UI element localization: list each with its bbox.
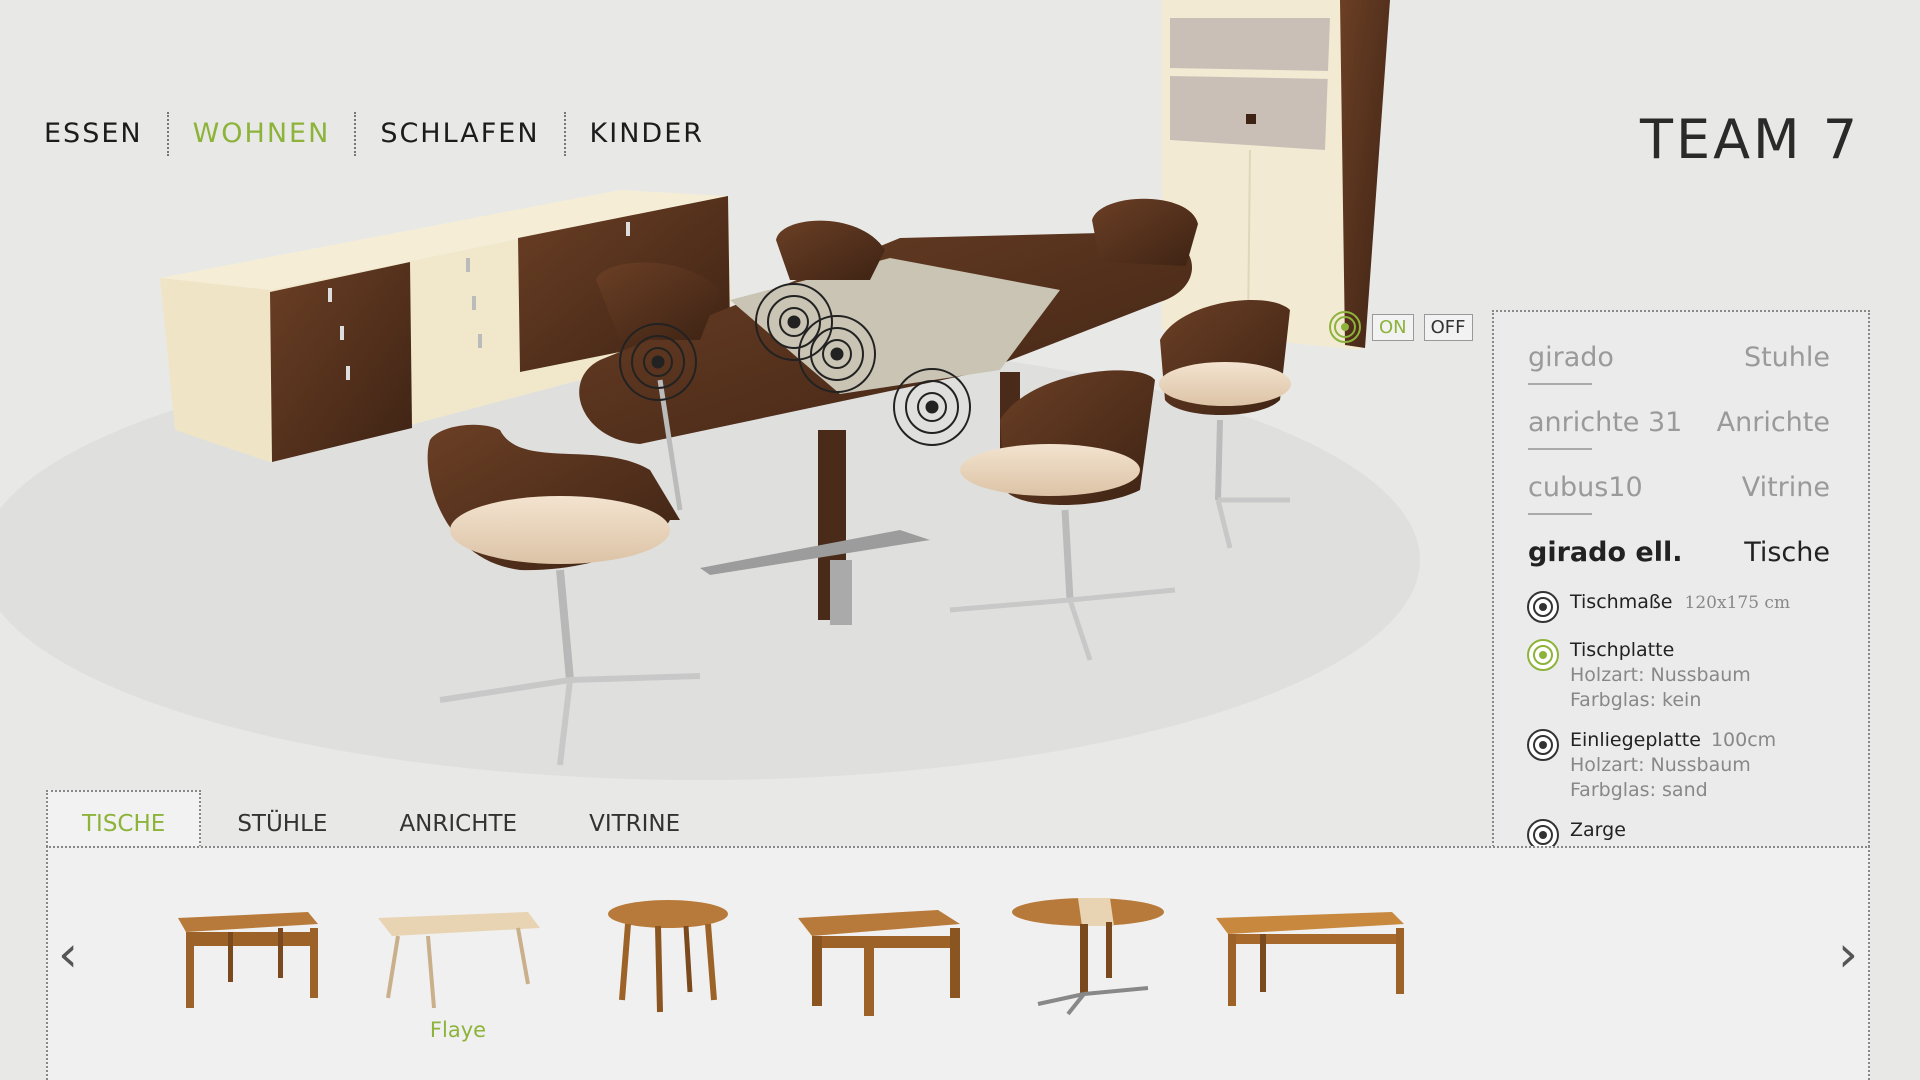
- table-thumbnail: [1216, 912, 1404, 1006]
- tab-vitrine[interactable]: VITRINE: [553, 790, 717, 848]
- option-title: Tischplatte: [1570, 639, 1675, 661]
- hotspot-target-icon: [1527, 639, 1559, 671]
- chevron-right-icon[interactable]: ›: [1838, 924, 1858, 984]
- table-thumbnail: [798, 910, 960, 1016]
- option-title: Einliegeplatte: [1570, 729, 1701, 751]
- product-category: Stuhle: [1743, 342, 1830, 373]
- room-navigation: ESSEN WOHNEN SCHLAFEN KINDER: [44, 112, 728, 156]
- nav-item-wohnen[interactable]: WOHNEN: [169, 112, 357, 156]
- table-thumbnail: [178, 912, 318, 1008]
- configurator-stage: ESSEN WOHNEN SCHLAFEN KINDER TEAM 7 ON O…: [0, 0, 1920, 1080]
- product-name: girado: [1528, 342, 1614, 385]
- option-title: Tischmaße: [1570, 591, 1673, 613]
- category-tabs: TISCHE STÜHLE ANRICHTE VITRINE: [46, 790, 717, 850]
- option-detail: Holzart: Nussbaum: [1570, 664, 1751, 686]
- product-category: Vitrine: [1741, 472, 1830, 503]
- carousel-item-square-legs[interactable]: [158, 888, 338, 1018]
- option-detail: Farbglas: kein: [1570, 689, 1702, 711]
- hotspots-on-button[interactable]: ON: [1372, 313, 1414, 341]
- brand-logo[interactable]: TEAM 7: [1640, 108, 1860, 171]
- chair-back-right[interactable]: [1092, 198, 1198, 266]
- chair-back-center[interactable]: [776, 220, 885, 280]
- hotspot-target-icon: [1329, 311, 1361, 343]
- tab-stuehle[interactable]: STÜHLE: [201, 790, 364, 848]
- product-row-anrichte[interactable]: anrichte 31 Anrichte: [1528, 407, 1830, 450]
- carousel-item-label: Flaye: [429, 1018, 487, 1042]
- hotspot-einliegeplatte[interactable]: [798, 315, 876, 393]
- option-detail: Farbglas: sand: [1570, 779, 1708, 801]
- carousel-item-flaye[interactable]: Flaye: [368, 888, 548, 1042]
- product-name: cubus10: [1528, 472, 1643, 515]
- hotspot-tischmasse[interactable]: [619, 323, 697, 401]
- option-einliegeplatte[interactable]: Einliegeplatte 100cm Holzart: Nussbaum F…: [1526, 728, 1848, 803]
- hotspot-zarge[interactable]: [893, 368, 971, 446]
- carousel-item-round[interactable]: [578, 888, 758, 1018]
- product-row-girado[interactable]: girado Stuhle: [1528, 342, 1830, 385]
- hotspot-target-icon: [1527, 591, 1559, 623]
- hotspot-toggle: ON OFF: [1328, 310, 1473, 344]
- product-carousel: ‹ Flaye ›: [46, 846, 1870, 1080]
- hotspots-off-button[interactable]: OFF: [1423, 313, 1473, 341]
- product-row-cubus[interactable]: cubus10 Vitrine: [1528, 472, 1830, 515]
- table-thumbnail: [378, 912, 540, 1009]
- product-category: Tische: [1744, 537, 1830, 568]
- chevron-left-icon[interactable]: ‹: [58, 924, 78, 984]
- configuration-panel: girado Stuhle anrichte 31 Anrichte cubus…: [1492, 310, 1870, 850]
- nav-item-schlafen[interactable]: SCHLAFEN: [356, 112, 566, 156]
- table-thumbnail: [1012, 898, 1164, 1016]
- nav-item-kinder[interactable]: KINDER: [566, 112, 728, 156]
- hotspot-target-icon: [1527, 729, 1559, 761]
- product-category: Anrichte: [1716, 407, 1830, 438]
- product-name: anrichte 31: [1528, 407, 1682, 450]
- carousel-item-frame-legs[interactable]: [788, 888, 968, 1018]
- option-value: 100cm: [1710, 729, 1777, 751]
- vitrine-cabinet[interactable]: [1162, 0, 1390, 350]
- option-tischplatte[interactable]: Tischplatte Holzart: Nussbaum Farbglas: …: [1526, 638, 1848, 713]
- product-name: girado ell.: [1528, 537, 1683, 568]
- option-tischmasse[interactable]: Tischmaße 120x175 cm: [1526, 590, 1848, 624]
- tab-anrichte[interactable]: ANRICHTE: [363, 790, 554, 848]
- option-detail: Holzart: Nussbaum: [1570, 754, 1751, 776]
- table-thumbnail: [608, 900, 728, 1013]
- carousel-item-long-frame[interactable]: [1208, 888, 1408, 1018]
- product-row-girado-ell[interactable]: girado ell. Tische: [1528, 537, 1830, 580]
- nav-item-essen[interactable]: ESSEN: [44, 112, 169, 156]
- hotspot-tischplatte[interactable]: [755, 283, 833, 361]
- option-value: 120x175 cm: [1684, 593, 1791, 613]
- option-title: Zarge: [1570, 819, 1626, 841]
- carousel-item-oval-extension[interactable]: [998, 888, 1178, 1018]
- tab-tische[interactable]: TISCHE: [46, 790, 202, 850]
